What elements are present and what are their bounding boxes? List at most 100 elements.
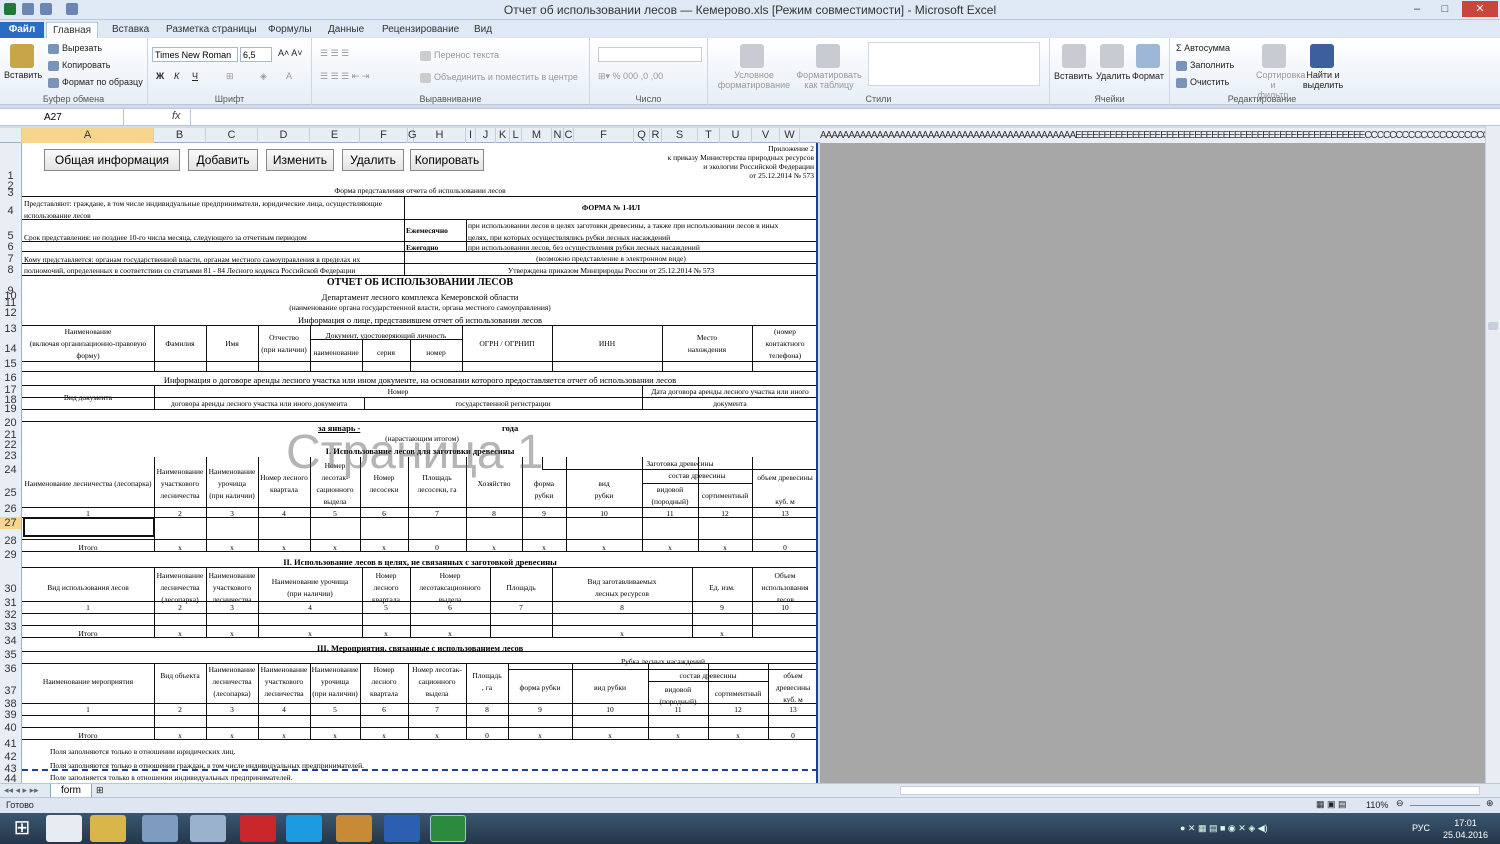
column-header[interactable]: B: [154, 128, 206, 143]
zoom-in-icon[interactable]: ⊕: [1486, 798, 1494, 809]
column-header[interactable]: C: [564, 128, 574, 143]
general-info-button[interactable]: Общая информация: [44, 149, 180, 171]
number-format-select[interactable]: [598, 47, 702, 62]
column-header[interactable]: F: [360, 128, 408, 143]
row-header[interactable]: 32: [0, 609, 21, 621]
add-button[interactable]: Добавить: [188, 149, 258, 171]
copy-button[interactable]: Копировать: [48, 60, 110, 71]
fill-button[interactable]: Заполнить: [1176, 60, 1234, 71]
copy-button-sheet[interactable]: Копировать: [410, 149, 484, 171]
merge-center-button[interactable]: Объединить и поместить в центре: [420, 72, 578, 83]
name-box[interactable]: A27: [0, 109, 124, 126]
sheet-tab-form[interactable]: form: [50, 784, 92, 798]
bold-button[interactable]: Ж: [156, 71, 164, 81]
column-header[interactable]: D: [258, 128, 310, 143]
row-header[interactable]: 19: [0, 403, 21, 415]
column-header[interactable]: H: [414, 128, 466, 143]
column-header[interactable]: M: [522, 128, 552, 143]
opera-icon[interactable]: [240, 815, 276, 842]
explorer-icon[interactable]: [90, 815, 126, 842]
row-header[interactable]: 4: [0, 205, 21, 217]
column-header[interactable]: N: [552, 128, 564, 143]
row-header[interactable]: 27: [0, 517, 21, 529]
delete-cells-button[interactable]: Удалить: [1096, 71, 1130, 81]
row-header[interactable]: 42: [0, 751, 21, 763]
row-header[interactable]: 35: [0, 649, 21, 661]
column-header[interactable]: R: [650, 128, 662, 143]
tab-insert[interactable]: Вставка: [106, 22, 155, 38]
tab-data[interactable]: Данные: [322, 22, 370, 38]
row-header[interactable]: 39: [0, 709, 21, 721]
row-header[interactable]: 33: [0, 621, 21, 633]
font-color-button[interactable]: A: [286, 71, 292, 81]
find-select-button[interactable]: Найти и выделить: [1298, 70, 1348, 90]
calculator-icon[interactable]: [190, 815, 226, 842]
row-header[interactable]: 13: [0, 323, 21, 335]
column-header[interactable]: T: [698, 128, 720, 143]
column-header[interactable]: V: [752, 128, 780, 143]
column-header[interactable]: S: [662, 128, 698, 143]
row-header[interactable]: 16: [0, 372, 21, 384]
word-icon[interactable]: [384, 815, 420, 842]
format-painter-button[interactable]: Формат по образцу: [48, 77, 143, 88]
fx-icon[interactable]: fx: [172, 110, 181, 122]
close-button[interactable]: ✕: [1462, 1, 1498, 17]
row-header[interactable]: 8: [0, 264, 21, 276]
fill-color-button[interactable]: ◈: [260, 71, 267, 82]
grow-font-button[interactable]: A˄ A˅: [278, 48, 303, 58]
tab-home[interactable]: Главная: [46, 22, 99, 38]
clock[interactable]: 17:01 25.04.2016: [1443, 817, 1488, 841]
formula-input[interactable]: [190, 109, 1490, 126]
home-icon[interactable]: [46, 815, 82, 842]
align-top-button[interactable]: ☰ ☰ ☰: [320, 48, 349, 59]
row-header[interactable]: 36: [0, 663, 21, 675]
row-header[interactable]: 29: [0, 549, 21, 561]
row-header[interactable]: 26: [0, 503, 21, 515]
row-header[interactable]: 31: [0, 597, 21, 609]
app-icon[interactable]: [142, 815, 178, 842]
cell-styles-gallery[interactable]: [868, 42, 1040, 86]
row-header[interactable]: 6: [0, 241, 21, 253]
zoom-out-icon[interactable]: ⊖: [1396, 798, 1404, 809]
number-format-buttons[interactable]: ⊞▾ % 000 ,0 ,00: [598, 71, 663, 82]
edit-button[interactable]: Изменить: [266, 149, 334, 171]
zoom-slider[interactable]: [1410, 805, 1480, 806]
column-header[interactable]: L: [510, 128, 522, 143]
maximize-button[interactable]: □: [1434, 1, 1456, 17]
italic-button[interactable]: К: [174, 71, 179, 81]
row-header[interactable]: 15: [0, 358, 21, 370]
paste-button[interactable]: Вставить: [4, 70, 42, 80]
row-header[interactable]: 23: [0, 450, 21, 462]
delete-button[interactable]: Удалить: [342, 149, 404, 171]
active-cell[interactable]: [23, 517, 155, 537]
column-header[interactable]: F: [574, 128, 634, 143]
underline-button[interactable]: Ч: [192, 71, 198, 81]
column-header[interactable]: Q: [634, 128, 650, 143]
tab-review[interactable]: Рецензирование: [376, 22, 465, 38]
vertical-scrollbar[interactable]: [1485, 126, 1500, 783]
start-icon[interactable]: ⊞: [4, 815, 40, 842]
row-header[interactable]: 30: [0, 583, 21, 595]
zoom-level[interactable]: 110%: [1366, 800, 1388, 810]
column-header[interactable]: I: [466, 128, 476, 143]
horizontal-scrollbar[interactable]: [900, 786, 1480, 795]
row-header[interactable]: 14: [0, 343, 21, 355]
column-header[interactable]: U: [720, 128, 752, 143]
borders-button[interactable]: ⊞: [226, 71, 234, 82]
skype-icon[interactable]: [286, 815, 322, 842]
row-header[interactable]: 41: [0, 738, 21, 750]
row-header[interactable]: 34: [0, 635, 21, 647]
excel-taskbar-icon[interactable]: [430, 815, 466, 842]
column-header[interactable]: K: [496, 128, 510, 143]
row-header[interactable]: 37: [0, 685, 21, 697]
new-sheet-icon[interactable]: ⊞: [96, 785, 104, 796]
row-header[interactable]: 28: [0, 535, 21, 547]
row-header[interactable]: 20: [0, 417, 21, 429]
column-header[interactable]: E: [310, 128, 360, 143]
font-size-select[interactable]: 6,5: [240, 47, 272, 62]
tray-icons[interactable]: ● ✕ ▦ ▤ ■ ◉ ✕ ◈ ◀): [1180, 823, 1268, 834]
insert-cells-button[interactable]: Вставить: [1054, 71, 1092, 81]
font-name-select[interactable]: Times New Roman: [152, 47, 238, 62]
column-header[interactable]: J: [476, 128, 496, 143]
row-header[interactable]: 12: [0, 307, 21, 319]
